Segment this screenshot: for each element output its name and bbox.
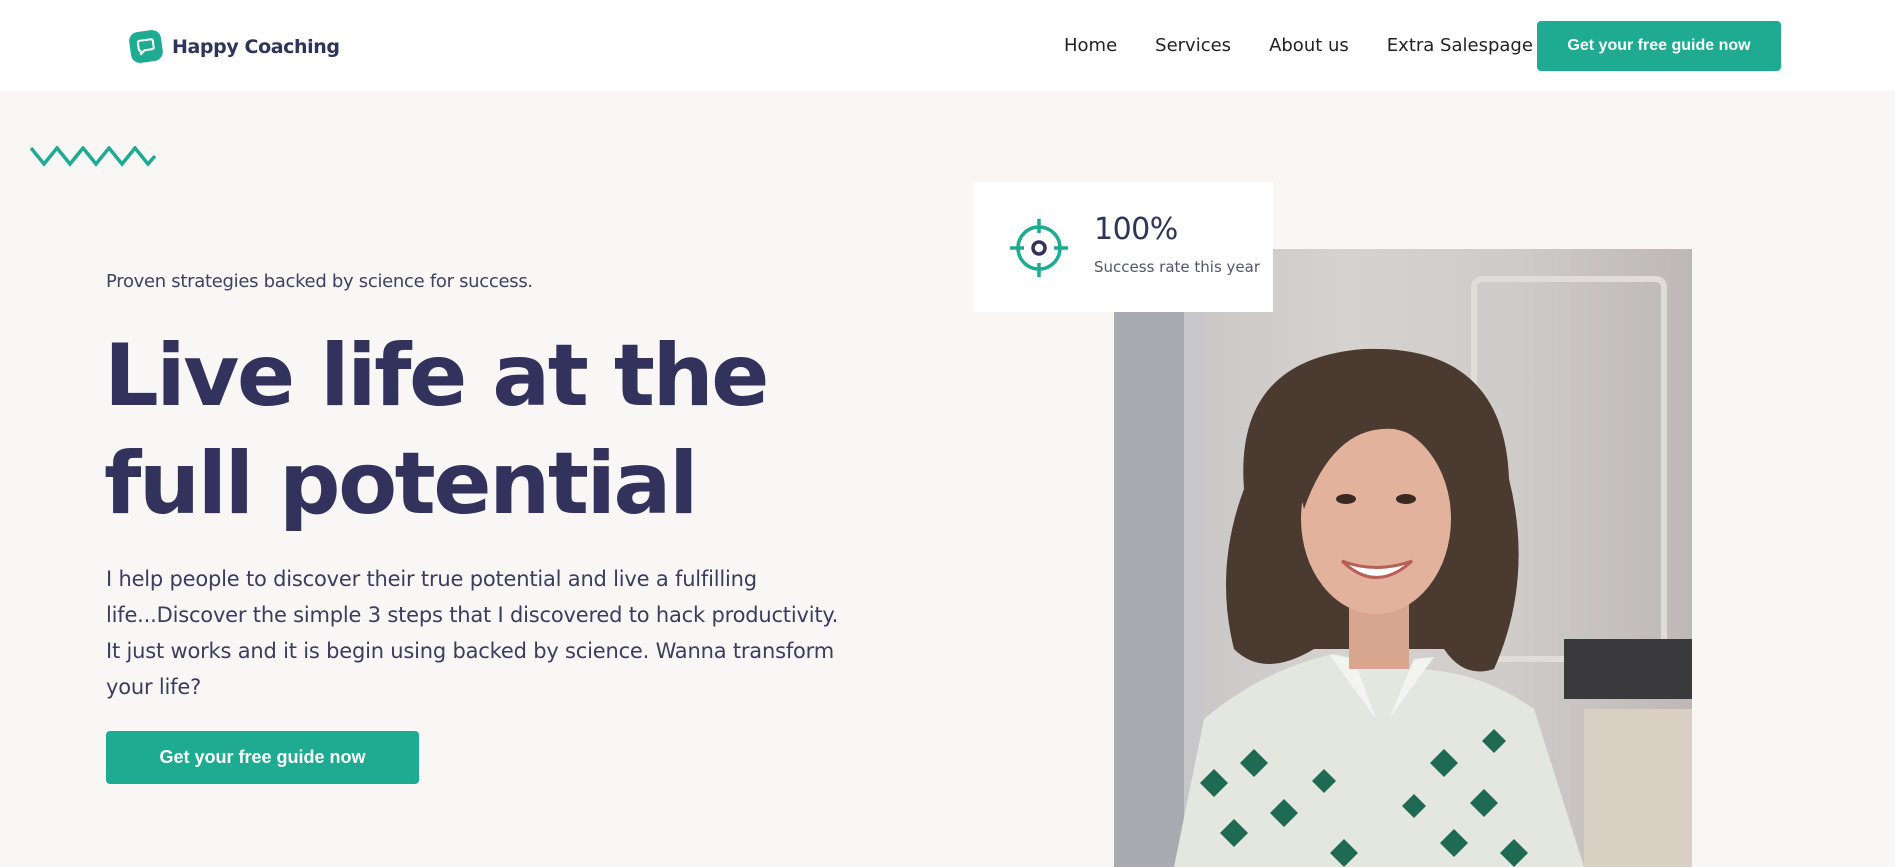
hero-cta-button[interactable]: Get your free guide now — [106, 731, 419, 784]
brand-name: Happy Coaching — [172, 35, 340, 58]
header-cta-button[interactable]: Get your free guide now — [1537, 21, 1781, 71]
site-header: Happy Coaching Home Services About us Ex… — [0, 0, 1895, 91]
chat-bubble-icon — [127, 28, 165, 65]
logo[interactable]: Happy Coaching — [127, 28, 340, 65]
stat-value: 100% — [1094, 212, 1178, 247]
nav-link-extra-salespage[interactable]: Extra Salespage — [1387, 35, 1533, 56]
nav-link-home[interactable]: Home — [1064, 35, 1117, 56]
hero-lead: I help people to discover their true pot… — [106, 567, 839, 699]
target-icon — [1010, 219, 1068, 277]
success-stat-card: 100% Success rate this year — [974, 182, 1273, 312]
hero-headline: Live life at the full potential — [104, 322, 864, 538]
stat-label: Success rate this year — [1094, 258, 1260, 276]
nav-link-about-us[interactable]: About us — [1269, 35, 1349, 56]
headline-line-1: Live life at the — [104, 326, 770, 426]
headline-line-2: full potential — [104, 434, 698, 534]
nav-link-services[interactable]: Services — [1155, 35, 1231, 56]
hero-eyebrow: Proven strategies backed by science for … — [106, 271, 533, 292]
portrait-photo — [1114, 249, 1692, 867]
main-nav: Home Services About us Extra Salespage — [1064, 0, 1551, 91]
zigzag-decoration-icon — [30, 146, 156, 167]
